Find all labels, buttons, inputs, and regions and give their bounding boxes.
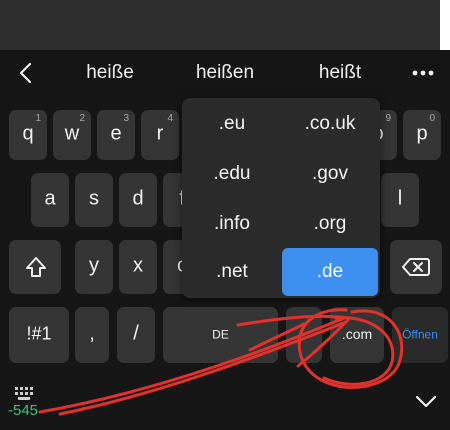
suggestion-3[interactable]: heißt	[300, 50, 380, 96]
tld-net[interactable]: .net	[184, 248, 280, 296]
key-label: l	[397, 187, 403, 210]
key-label: q	[22, 122, 34, 145]
suggestion-bar: heiße heißen heißt	[0, 50, 450, 96]
tld-eu[interactable]: .eu	[184, 100, 280, 148]
key-q[interactable]: 1 q	[9, 110, 47, 160]
space-language-label: DE	[212, 327, 229, 342]
key-w[interactable]: 2 w	[53, 110, 91, 160]
key-label: .com	[341, 326, 373, 343]
key-s[interactable]: s	[75, 173, 113, 227]
key-label: ,	[89, 322, 95, 345]
more-horizontal-icon[interactable]	[410, 61, 436, 85]
key-label: p	[416, 122, 428, 145]
keyboard-grid-icon[interactable]	[14, 386, 36, 402]
tld-de-selected[interactable]: .de	[282, 248, 378, 296]
tld-popup: .eu .co.uk .edu .gov .info .org .net .de	[182, 98, 380, 298]
key-label: w	[64, 122, 80, 145]
key-label: x	[133, 254, 143, 277]
enter-label: Öffnen	[402, 327, 438, 342]
dotcom-key[interactable]: .com	[330, 307, 384, 363]
tld-edu[interactable]: .edu	[184, 150, 280, 198]
key-l[interactable]: l	[381, 173, 419, 227]
key-label: .	[301, 322, 307, 345]
period-key[interactable]: .	[286, 307, 322, 363]
tld-org[interactable]: .org	[282, 200, 378, 248]
key-label: y	[89, 254, 99, 277]
slash-key[interactable]: /	[117, 307, 155, 363]
chevron-left-icon[interactable]	[14, 61, 38, 85]
chevron-down-icon[interactable]	[414, 394, 438, 410]
enter-key[interactable]: Öffnen	[392, 307, 448, 363]
key-label: a	[44, 187, 56, 210]
key-r[interactable]: 4 r	[141, 110, 179, 160]
overlay-number-text: -545	[8, 402, 39, 419]
symbols-key[interactable]: !#1	[9, 307, 69, 363]
tld-info[interactable]: .info	[184, 200, 280, 248]
comma-key[interactable]: ,	[75, 307, 109, 363]
key-label: !#1	[26, 323, 52, 344]
key-d[interactable]: d	[119, 173, 157, 227]
tld-co-uk[interactable]: .co.uk	[282, 100, 378, 148]
shift-key[interactable]	[9, 240, 61, 294]
tld-gov[interactable]: .gov	[282, 150, 378, 198]
key-label: e	[110, 122, 122, 145]
key-label: d	[132, 187, 144, 210]
key-y[interactable]: y	[75, 240, 113, 294]
suggestion-1[interactable]: heiße	[70, 50, 150, 96]
key-p[interactable]: 0 p	[403, 110, 441, 160]
key-label: /	[133, 322, 139, 345]
key-e[interactable]: 3 e	[97, 110, 135, 160]
suggestion-2[interactable]: heißen	[185, 50, 265, 96]
key-label: r	[156, 122, 164, 145]
app-dark-strip	[0, 0, 440, 50]
space-key[interactable]: DE	[163, 307, 278, 363]
key-a[interactable]: a	[31, 173, 69, 227]
shift-arrow-icon	[26, 257, 46, 277]
key-x[interactable]: x	[119, 240, 157, 294]
backspace-icon	[402, 258, 430, 276]
backspace-key[interactable]	[390, 240, 442, 294]
key-label: s	[89, 187, 99, 210]
